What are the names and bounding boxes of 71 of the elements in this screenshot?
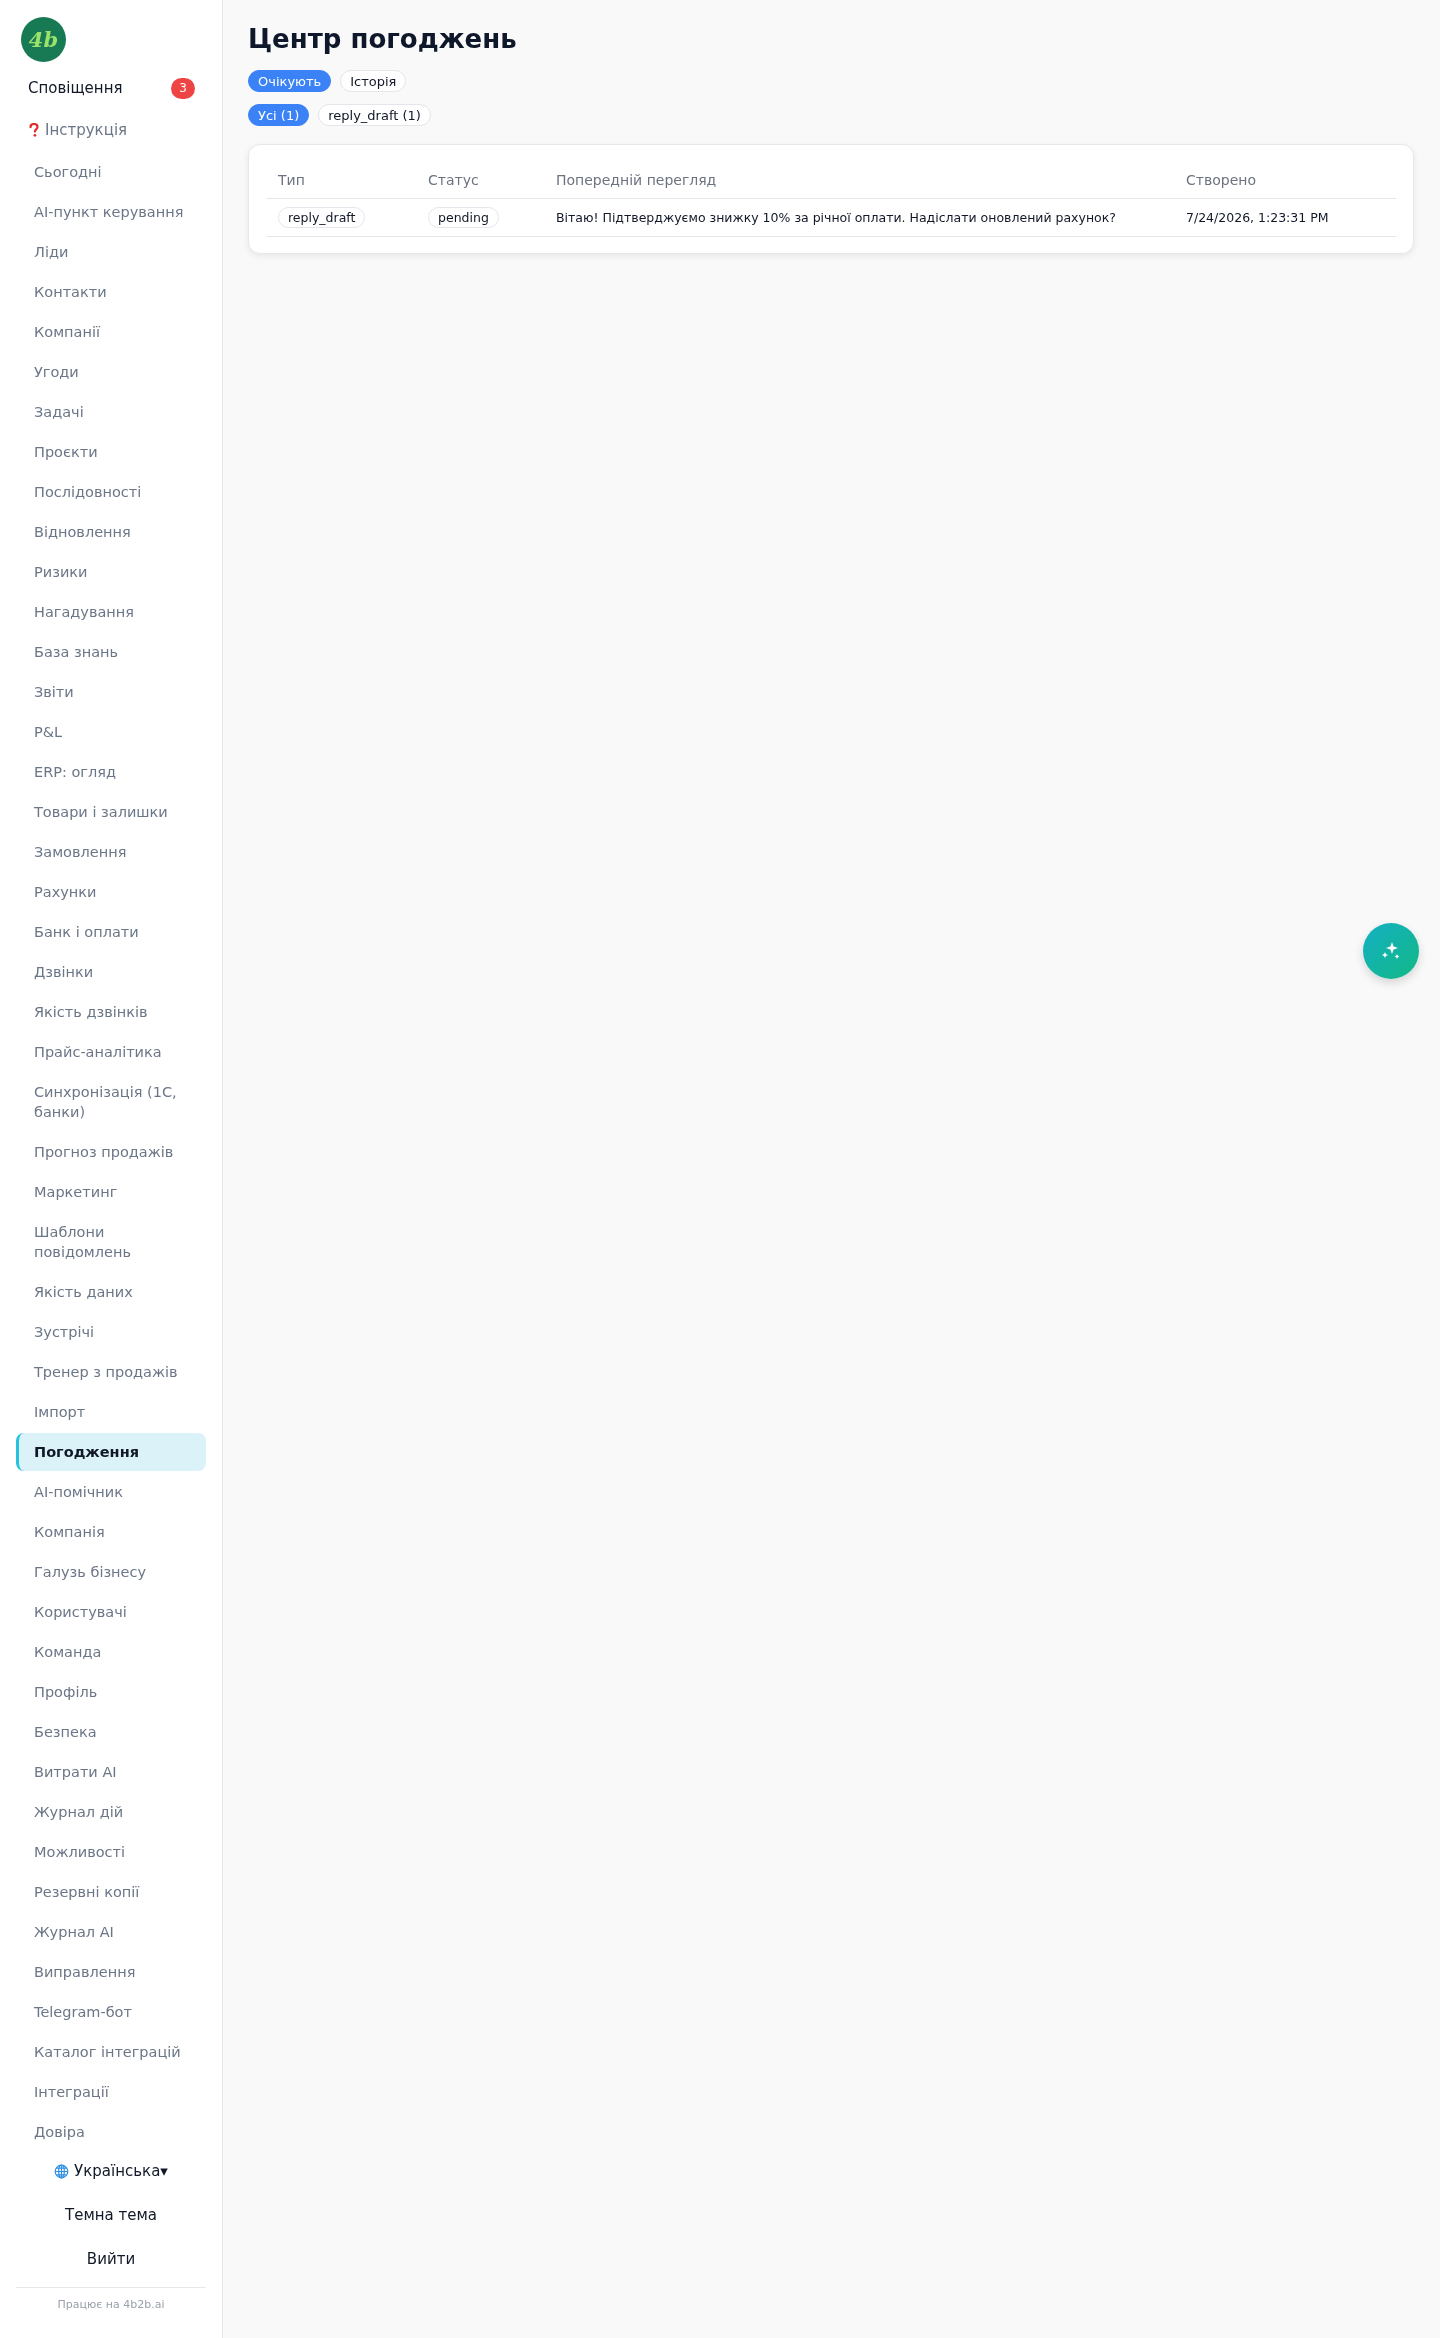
nav-item[interactable]: Ризики [16,553,206,591]
notifications-link[interactable]: Сповіщення 3 [16,75,206,101]
nav-item[interactable]: Послідовності [16,473,206,511]
ai-assistant-button[interactable] [1363,923,1419,979]
nav-item[interactable]: Компанії [16,313,206,351]
tab[interactable]: Очікують [248,70,332,92]
logout-button[interactable]: Вийти [16,2245,206,2273]
filter-chip[interactable]: Усі (1) [248,104,310,126]
logo[interactable]: 4b [21,17,66,62]
nav-item[interactable]: Резервні копії [16,1873,206,1911]
nav-item[interactable]: Замовлення [16,833,206,871]
nav-item[interactable]: Імпорт [16,1393,206,1431]
nav-item[interactable]: Прайс-аналітика [16,1033,206,1071]
nav-item[interactable]: Рахунки [16,873,206,911]
globe-icon [54,2163,70,2179]
nav-item[interactable]: Звіти [16,673,206,711]
tab[interactable]: Історія [340,70,407,92]
language-selector[interactable]: Українська▾ [16,2157,206,2185]
nav-item[interactable]: Профіль [16,1673,206,1711]
nav-item[interactable]: Проєкти [16,433,206,471]
column-header: Створено [1186,172,1256,188]
nav-item[interactable]: Контакти [16,273,206,311]
page-title: Центр погоджень [248,23,518,56]
nav-item[interactable]: Товари і залишки [16,793,206,831]
nav-item[interactable]: Ліди [16,233,206,271]
nav-item[interactable]: ERP: огляд [16,753,206,791]
nav-item[interactable]: Зустрічі [16,1313,206,1351]
nav-item[interactable]: Погодження [16,1433,206,1471]
nav-item[interactable]: Банк і оплати [16,913,206,951]
nav-item[interactable]: Компанія [16,1513,206,1551]
nav-item[interactable]: Якість дзвінків [16,993,206,1031]
nav-item[interactable]: Виправлення [16,1953,206,1991]
question-mark-icon [29,123,39,137]
nav-item[interactable]: AI-пункт керування [16,193,206,231]
column-header: Статус [428,172,479,188]
nav-item[interactable]: Команда [16,1633,206,1671]
filter-chip[interactable]: reply_draft (1) [318,104,431,126]
footer-text: Працює на 4b2b.ai [16,2287,206,2323]
nav-item[interactable]: Журнал AI [16,1913,206,1951]
nav-item[interactable]: Можливості [16,1833,206,1871]
nav-item[interactable]: Сьогодні [16,153,206,191]
column-header: Тип [278,172,305,188]
nav-item[interactable]: Telegram-бот [16,1993,206,2031]
nav-item[interactable]: Тренер з продажів [16,1353,206,1391]
help-link[interactable]: Інструкція [16,117,206,143]
nav-item[interactable]: База знань [16,633,206,671]
nav-item[interactable]: Маркетинг [16,1173,206,1211]
nav-item[interactable]: Нагадування [16,593,206,631]
nav-item[interactable]: Безпека [16,1713,206,1751]
notification-count: 3 [171,77,195,99]
nav-item[interactable]: Довіра [16,2113,206,2151]
nav-item[interactable]: Дзвінки [16,953,206,991]
nav-item[interactable]: P&L [16,713,206,751]
nav-item[interactable]: Відновлення [16,513,206,551]
nav-item[interactable]: Користувачі [16,1593,206,1631]
nav-item[interactable]: Якість даних [16,1273,206,1311]
nav-item[interactable]: Журнал дій [16,1793,206,1831]
theme-toggle-button[interactable]: Темна тема [16,2201,206,2229]
column-header: Попередній перегляд [556,172,717,188]
nav-item[interactable]: Шаблони повідомлень [16,1213,206,1271]
nav-item[interactable]: AI-помічник [16,1473,206,1511]
nav-item[interactable]: Задачі [16,393,206,431]
nav-item[interactable]: Галузь бізнесу [16,1553,206,1591]
preview-text: Вітаю! Підтверджуємо знижку 10% за річної оплати. Надіслати оновлений рахунок? [556,210,1116,225]
nav-item[interactable]: Інтеграції [16,2073,206,2111]
nav-item[interactable]: Синхронізація (1С, банки) [16,1073,206,1131]
nav-item[interactable]: Угоди [16,353,206,391]
nav-item[interactable]: Прогноз продажів [16,1133,206,1171]
created-date: 7/24/2026, 1:23:31 PM [1186,210,1329,225]
nav-item[interactable]: Витрати AI [16,1753,206,1791]
nav-item[interactable]: Каталог інтеграцій [16,2033,206,2071]
